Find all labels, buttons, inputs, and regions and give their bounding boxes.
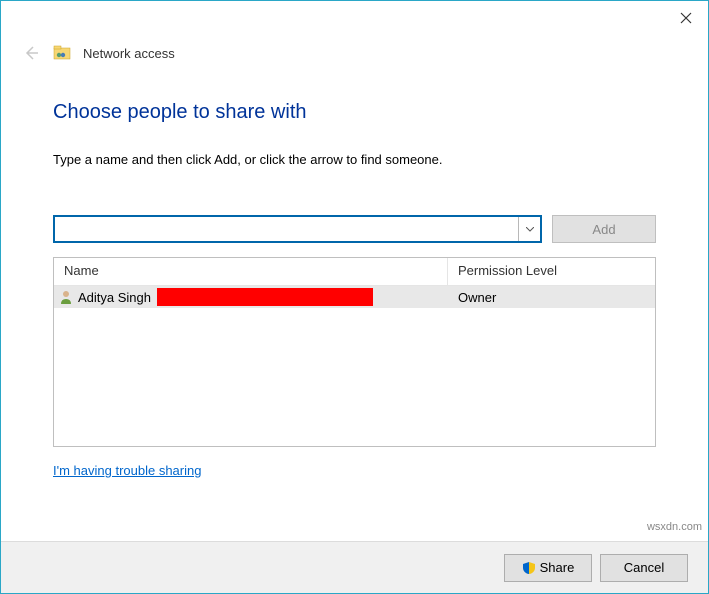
table-header: Name Permission Level (54, 258, 655, 286)
name-input[interactable] (55, 217, 518, 241)
user-icon (58, 289, 74, 305)
column-header-name[interactable]: Name (54, 258, 448, 285)
dropdown-button[interactable] (518, 217, 540, 241)
add-button[interactable]: Add (552, 215, 656, 243)
back-arrow-icon (23, 45, 39, 61)
name-combobox (53, 215, 542, 243)
cancel-button[interactable]: Cancel (600, 554, 688, 582)
header-row: Network access (1, 33, 708, 63)
column-header-permission[interactable]: Permission Level (448, 258, 655, 285)
dialog-window: Network access Choose people to share wi… (0, 0, 709, 594)
close-icon (680, 12, 692, 24)
redacted-block (157, 288, 373, 306)
chevron-down-icon (526, 227, 534, 232)
cell-name: Aditya Singh (54, 288, 448, 306)
input-row: Add (53, 215, 656, 243)
share-button[interactable]: Share (504, 554, 592, 582)
header-title: Network access (83, 46, 175, 61)
watermark: wsxdn.com (647, 521, 702, 533)
user-name-text: Aditya Singh (78, 290, 151, 305)
people-table: Name Permission Level Aditya Singh Owner (53, 257, 656, 447)
instruction-text: Type a name and then click Add, or click… (53, 152, 656, 167)
help-link[interactable]: I'm having trouble sharing (53, 463, 201, 478)
network-folder-icon (53, 44, 71, 62)
cancel-button-label: Cancel (624, 560, 664, 575)
titlebar (1, 1, 708, 33)
page-heading: Choose people to share with (53, 101, 656, 124)
footer: Share Cancel (1, 541, 708, 593)
share-button-label: Share (540, 560, 575, 575)
close-button[interactable] (672, 7, 700, 29)
content-area: Choose people to share with Type a name … (1, 63, 708, 480)
back-button[interactable] (21, 43, 41, 63)
table-row[interactable]: Aditya Singh Owner (54, 286, 655, 308)
shield-icon (522, 561, 536, 575)
cell-permission: Owner (448, 290, 655, 305)
